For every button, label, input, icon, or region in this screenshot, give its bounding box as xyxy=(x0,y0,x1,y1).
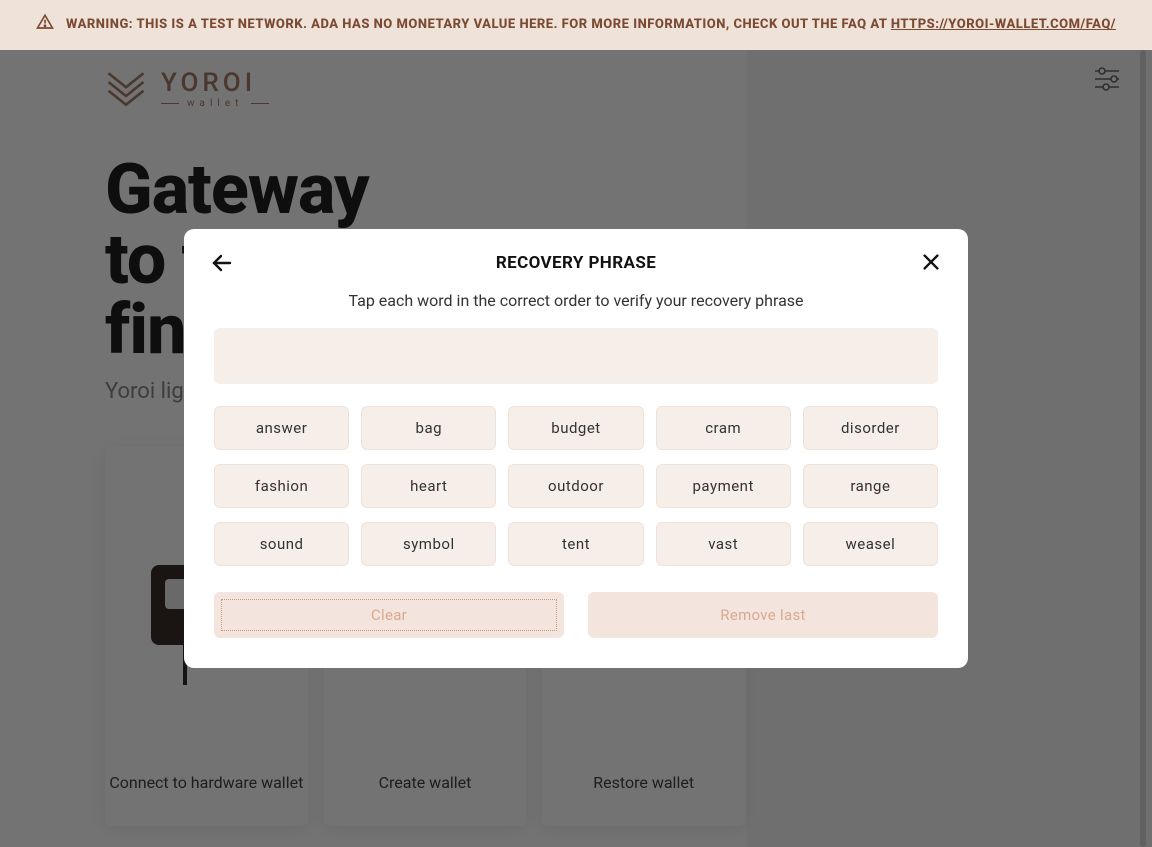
modal-overlay: RECOVERY PHRASE Tap each word in the cor… xyxy=(0,50,1152,847)
warning-text: WARNING: THIS IS A TEST NETWORK. ADA HAS… xyxy=(66,15,1116,35)
recovery-phrase-modal: RECOVERY PHRASE Tap each word in the cor… xyxy=(184,229,968,668)
recovery-word-vast[interactable]: vast xyxy=(656,522,791,566)
close-icon[interactable] xyxy=(920,251,942,278)
recovery-word-bag[interactable]: bag xyxy=(361,406,496,450)
recovery-word-weasel[interactable]: weasel xyxy=(803,522,938,566)
modal-title: RECOVERY PHRASE xyxy=(214,253,938,273)
clear-button[interactable]: Clear xyxy=(214,592,564,638)
recovery-word-disorder[interactable]: disorder xyxy=(803,406,938,450)
recovery-word-symbol[interactable]: symbol xyxy=(361,522,496,566)
recovery-word-cram[interactable]: cram xyxy=(656,406,791,450)
recovery-word-sound[interactable]: sound xyxy=(214,522,349,566)
selected-words-area xyxy=(214,328,938,384)
recovery-word-fashion[interactable]: fashion xyxy=(214,464,349,508)
back-arrow-icon[interactable] xyxy=(210,251,234,280)
modal-subtitle: Tap each word in the correct order to ve… xyxy=(214,291,938,310)
recovery-word-range[interactable]: range xyxy=(803,464,938,508)
test-network-warning-banner: WARNING: THIS IS A TEST NETWORK. ADA HAS… xyxy=(0,0,1152,50)
recovery-word-payment[interactable]: payment xyxy=(656,464,791,508)
recovery-word-outdoor[interactable]: outdoor xyxy=(508,464,643,508)
recovery-word-budget[interactable]: budget xyxy=(508,406,643,450)
word-grid: answer bag budget cram disorder fashion hearto… xyxy=(214,406,938,566)
warning-triangle-icon xyxy=(36,13,54,38)
recovery-word-tent[interactable]: tent xyxy=(508,522,643,566)
recovery-word-heart[interactable]: heart xyxy=(361,464,496,508)
remove-last-button[interactable]: Remove last xyxy=(588,592,938,638)
faq-link[interactable]: HTTPS://YOROI-WALLET.COM/FAQ/ xyxy=(891,17,1116,32)
recovery-word-answer[interactable]: answer xyxy=(214,406,349,450)
